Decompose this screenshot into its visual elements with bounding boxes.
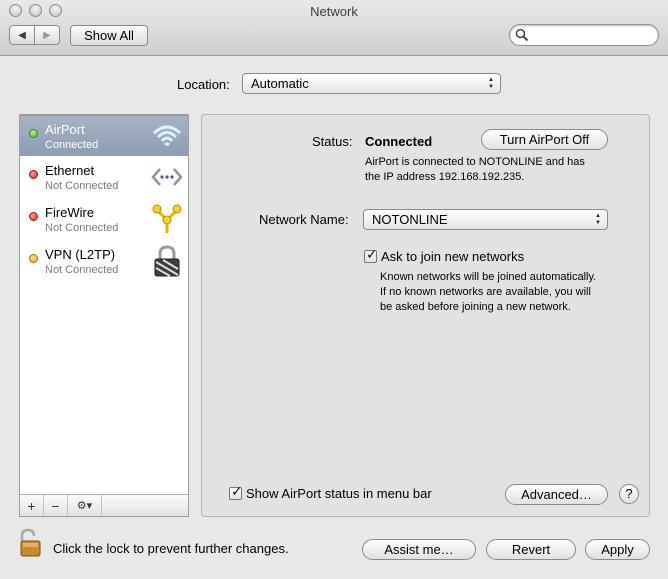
service-name: AirPort <box>45 122 85 137</box>
remove-service-button[interactable]: − <box>44 495 68 516</box>
ask-desc-line: If no known networks are available, you … <box>380 286 591 298</box>
network-preferences-window: Network ◀ ▶ Show All Location: Automatic… <box>0 0 668 579</box>
forward-arrow-icon: ▶ <box>43 29 51 41</box>
search-field[interactable] <box>509 24 659 46</box>
service-list: AirPort Connected Ethernet Not Connected <box>19 114 189 517</box>
service-status: Not Connected <box>45 222 119 234</box>
forward-button[interactable]: ▶ <box>34 26 59 44</box>
service-item-vpn[interactable]: VPN (L2TP) Not Connected <box>20 241 188 282</box>
ask-desc-line: be asked before joining a new network. <box>380 301 571 313</box>
service-item-ethernet[interactable]: Ethernet Not Connected <box>20 157 188 198</box>
service-name: Ethernet <box>45 163 95 178</box>
location-label: Location: <box>177 77 230 92</box>
status-dot <box>29 170 38 179</box>
help-button[interactable]: ? <box>619 484 639 504</box>
wifi-icon <box>152 125 182 147</box>
show-status-label[interactable]: Show AirPort status in menu bar <box>246 486 432 501</box>
checkmark-icon: ✓ <box>231 483 243 499</box>
turn-airport-off-button[interactable]: Turn AirPort Off <box>481 129 608 150</box>
ask-desc-line: Known networks will be joined automatica… <box>380 271 597 283</box>
back-button[interactable]: ◀ <box>10 26 34 44</box>
status-dot <box>29 212 38 221</box>
network-name-label: Network Name: <box>259 212 349 227</box>
add-service-button[interactable]: + <box>20 495 44 516</box>
ask-join-description: Known networks will be joined automatica… <box>380 270 596 315</box>
lock-icon[interactable] <box>18 528 42 558</box>
apply-button[interactable]: Apply <box>585 539 650 560</box>
status-dot <box>29 254 38 263</box>
service-status: Not Connected <box>45 180 119 192</box>
status-value: Connected <box>365 134 433 149</box>
service-status: Not Connected <box>45 264 119 276</box>
firewire-icon <box>152 204 182 233</box>
toolbar: Network ◀ ▶ Show All <box>0 0 668 56</box>
status-description: AirPort is connected to NOTONLINE and ha… <box>365 155 585 185</box>
status-desc-line: the IP address 192.168.192.235. <box>365 171 525 183</box>
service-name: VPN (L2TP) <box>45 247 116 262</box>
service-item-firewire[interactable]: FireWire Not Connected <box>20 199 188 240</box>
status-label: Status: <box>312 134 353 149</box>
action-menu-button[interactable]: ⚙▾ <box>68 495 102 516</box>
network-name-value: NOTONLINE <box>372 212 448 227</box>
network-name-popup[interactable]: NOTONLINE ▲ ▼ <box>363 209 608 230</box>
revert-button[interactable]: Revert <box>486 539 576 560</box>
ask-join-label[interactable]: Ask to join new networks <box>381 249 524 264</box>
service-list-toolbar: + − ⚙▾ <box>20 494 188 516</box>
advanced-button[interactable]: Advanced… <box>505 484 608 505</box>
back-forward-control: ◀ ▶ <box>9 25 60 45</box>
status-desc-line: AirPort is connected to NOTONLINE and ha… <box>365 156 585 168</box>
assist-me-button[interactable]: Assist me… <box>362 539 476 560</box>
show-status-checkbox[interactable]: ✓ <box>229 483 243 500</box>
location-value: Automatic <box>251 76 309 91</box>
ask-join-checkbox[interactable]: ✓ <box>364 246 378 263</box>
ethernet-icon <box>151 168 183 186</box>
vpn-lock-icon <box>154 245 180 277</box>
checkmark-icon: ✓ <box>366 246 378 262</box>
window-title: Network <box>310 4 358 19</box>
service-name: FireWire <box>45 205 95 220</box>
popup-arrows-icon: ▲ ▼ <box>595 212 601 226</box>
location-popup[interactable]: Automatic ▲ ▼ <box>242 73 501 94</box>
lock-message: Click the lock to prevent further change… <box>53 541 289 556</box>
show-all-button[interactable]: Show All <box>70 25 148 46</box>
back-arrow-icon: ◀ <box>18 29 26 41</box>
service-item-airport[interactable]: AirPort Connected <box>20 115 188 156</box>
status-dot <box>29 129 38 138</box>
search-icon <box>515 28 529 42</box>
popup-arrows-icon: ▲ ▼ <box>488 76 494 90</box>
service-status: Connected <box>45 139 99 151</box>
